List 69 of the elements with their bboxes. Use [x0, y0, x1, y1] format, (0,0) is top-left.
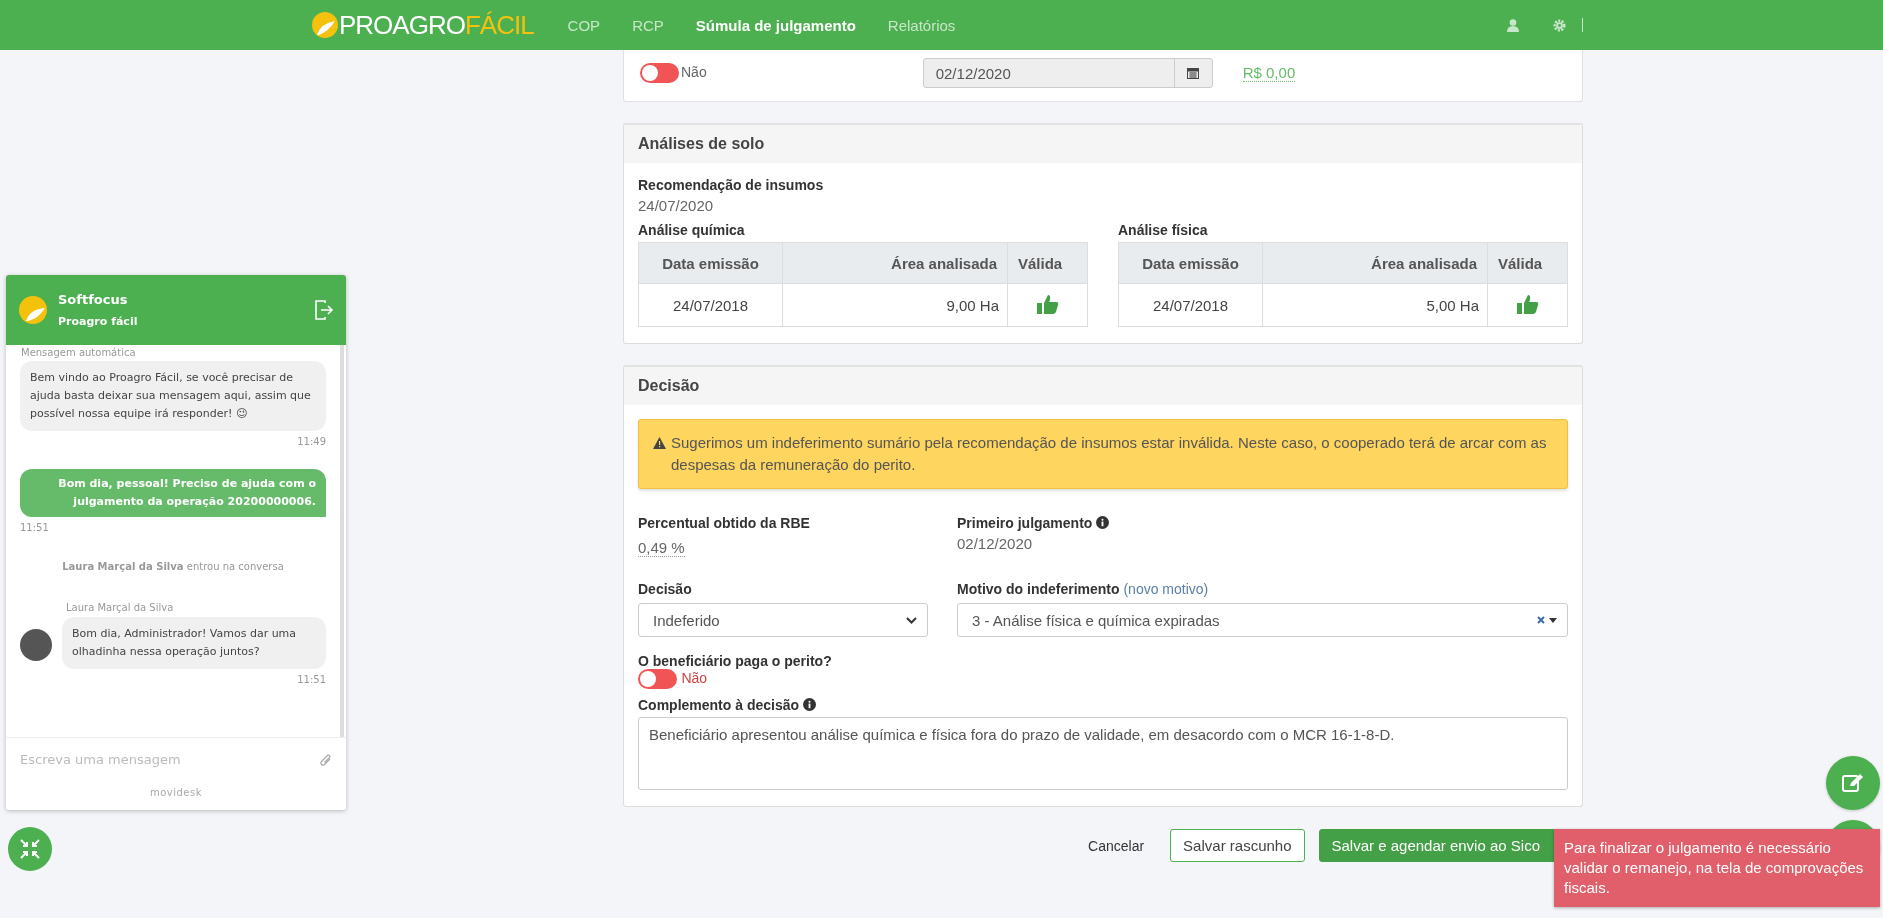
message-label: Mensagem automática — [21, 347, 137, 358]
field-value: 0,49 % — [638, 539, 685, 557]
avatar — [20, 629, 52, 661]
column-header: Data emissão — [638, 242, 783, 284]
complement-textarea[interactable]: Beneficiário apresentou análise química e física fora do prazo de validade, em desacordo com o MCR 16-1-8-D. — [638, 717, 1568, 790]
minimize-icon — [19, 838, 41, 860]
caret-icon — [1549, 617, 1557, 623]
attachment-icon[interactable] — [320, 752, 332, 767]
table-title: Análise química — [638, 222, 746, 238]
field-label: Complemento à decisão — [638, 697, 800, 713]
column-header: Área analisada — [782, 242, 1008, 284]
field-value: 24/07/2020 — [638, 197, 715, 214]
chat-title: Softfocus — [58, 292, 129, 307]
toggle-label: Não — [681, 63, 707, 80]
field-value: 02/12/2020 — [957, 535, 1034, 552]
reason-select[interactable]: 3 - Análise física e química expiradas — [957, 603, 1568, 637]
edit-icon — [1842, 773, 1864, 793]
field-label: Decisão — [638, 581, 693, 597]
column-header: Data emissão — [1118, 242, 1263, 284]
cancel-link[interactable]: Cancelar — [1076, 830, 1157, 861]
chat-subtitle: Proagro fácil — [58, 315, 139, 328]
chevron-down-icon — [906, 616, 917, 624]
chat-logo-icon — [18, 295, 48, 325]
clear-icon[interactable] — [1537, 616, 1545, 624]
table-cell: 5,00 Ha — [1262, 283, 1488, 327]
table-cell: 9,00 Ha — [782, 283, 1008, 327]
field-label: Primeiro julgamento — [957, 515, 1093, 531]
field-label: Recomendação de insumos — [638, 177, 825, 193]
alert-text: Sugerimos um indeferimento sumário pela recomendação de insumos estar inválida. Neste caso, o cooperado terá de arcar com as despesas da remuneração do perito. — [671, 433, 1548, 475]
exit-icon[interactable] — [314, 300, 334, 320]
amount-value: R$ 0,00 — [1242, 63, 1296, 82]
minimize-button[interactable] — [8, 827, 52, 871]
field-label: O beneficiário paga o perito? — [638, 653, 833, 669]
message-bubble: Bom dia, Administrador! Vamos dar uma olhadinha nessa operação juntos? — [62, 617, 326, 669]
table-cell: 24/07/2018 — [1118, 283, 1263, 327]
field-label: Percentual obtido da RBE — [638, 515, 811, 531]
brand-text: movidesk — [148, 786, 204, 800]
error-toast: Para finalizar o julgamento é necessário validar o remanejo, na tela de comprovações fiscais. — [1554, 829, 1880, 907]
toggle-switch[interactable] — [640, 62, 679, 83]
section-header: Análises de solo — [624, 125, 1582, 163]
sender-name: Laura Marçal da Silva — [66, 602, 175, 613]
message-bubble: Bem vindo ao Proagro Fácil, se você precisar de ajuda basta deixar sua mensagem aqui, assim que possível nossa equipe irá responder! 😉 — [20, 361, 326, 431]
message-time: 11:49 — [296, 436, 326, 447]
date-field[interactable]: 02/12/2020 — [922, 57, 1213, 88]
decision-select[interactable]: Indeferido — [638, 603, 928, 637]
message-time: 11:51 — [296, 674, 326, 685]
table-title: Análise física — [1118, 222, 1209, 238]
calendar-icon[interactable] — [1187, 66, 1200, 79]
app-logo[interactable]: PROAGROFÁCIL — [311, 9, 534, 41]
column-header: Válida — [1487, 242, 1568, 284]
user-icon[interactable] — [1507, 18, 1519, 32]
info-icon — [802, 698, 816, 711]
field-label: Motivo do indeferimento — [957, 581, 1120, 597]
table-cell: 24/07/2018 — [638, 283, 783, 327]
toggle-label: Não — [681, 670, 708, 687]
edit-button[interactable] — [1826, 756, 1880, 810]
warning-icon — [653, 437, 666, 449]
nav-tab[interactable]: Súmula de julgamento — [695, 16, 856, 34]
column-header: Área analisada — [1262, 242, 1488, 284]
section-header: Decisão — [624, 367, 1582, 405]
toggle-switch[interactable] — [638, 669, 677, 689]
new-reason-link[interactable]: (novo motivo) — [1123, 581, 1209, 597]
message-bubble: Bom dia, pessoal! Preciso de ajuda com o julgamento da operação 20200000006. — [20, 469, 326, 517]
save-draft-button[interactable]: Salvar rascunho — [1170, 829, 1305, 862]
settings-icon[interactable] — [1553, 18, 1566, 32]
column-header: Válida — [1007, 242, 1088, 284]
info-icon — [1096, 516, 1110, 529]
message-time: 11:51 — [20, 522, 50, 533]
system-message: Laura Marçal da Silva entrou na conversa — [61, 561, 285, 572]
